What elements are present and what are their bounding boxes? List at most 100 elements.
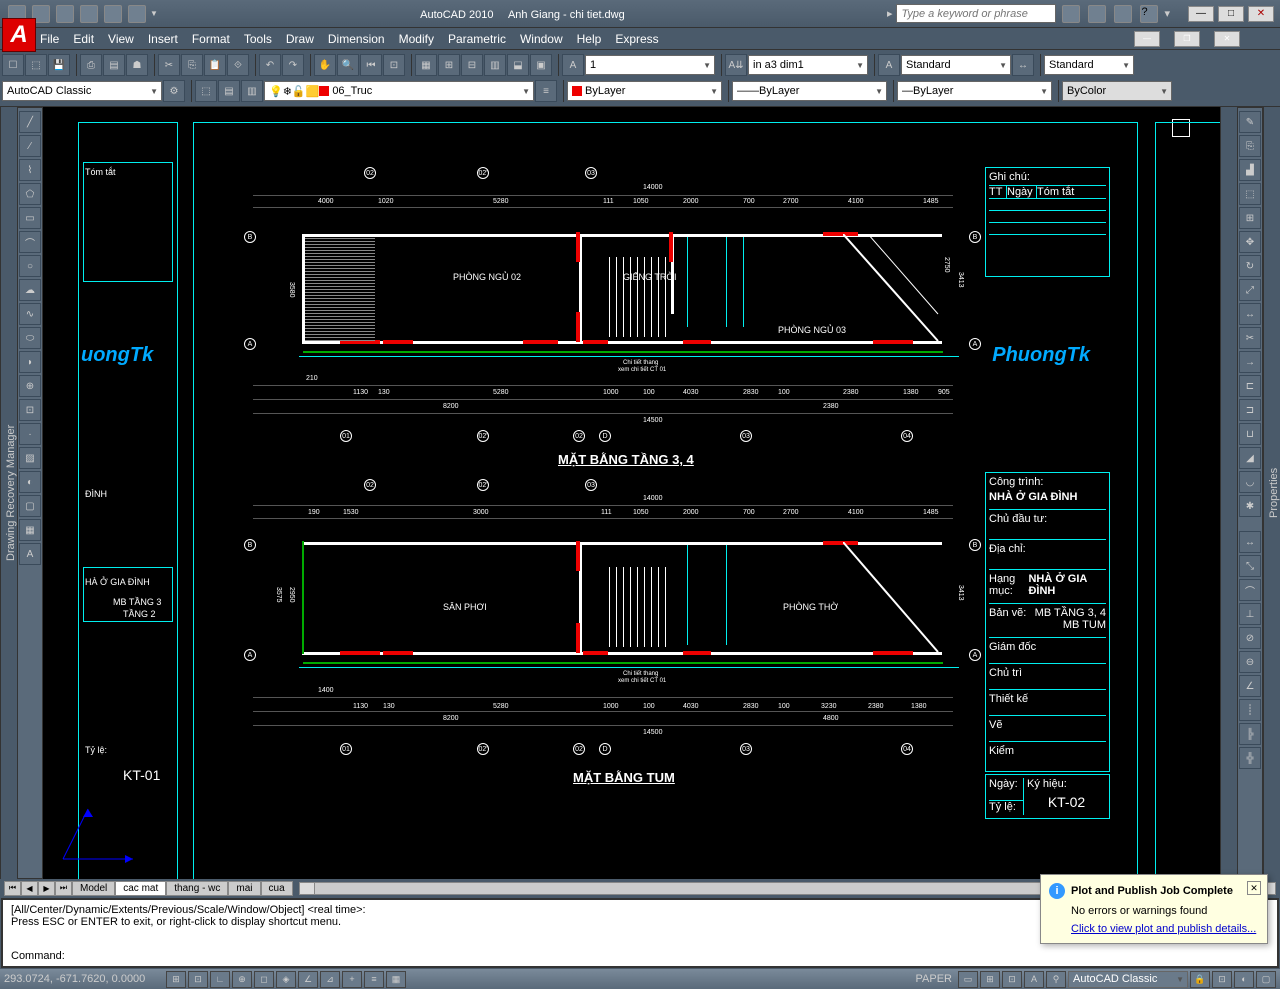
sb-qview-icon[interactable]: ⊞ (980, 971, 1000, 988)
workspace-select[interactable]: AutoCAD Classic (2, 81, 162, 101)
sb-clean-icon[interactable]: ▢ (1256, 971, 1276, 988)
tb-dim1[interactable]: ↔ (1012, 54, 1034, 76)
menu-express[interactable]: Express (615, 32, 658, 46)
menu-modify[interactable]: Modify (399, 32, 434, 46)
mod-copy-icon[interactable]: ⎘ (1239, 135, 1261, 157)
dim-rad-icon[interactable]: ⊘ (1239, 627, 1261, 649)
dim-cont-icon[interactable]: ╬ (1239, 747, 1261, 769)
draw-region-icon[interactable]: ▢ (19, 495, 41, 517)
tb-anno[interactable]: A (562, 54, 584, 76)
tb-ws-settings[interactable]: ⚙ (163, 80, 185, 102)
tb-dc[interactable]: ⊞ (438, 54, 460, 76)
tb-open[interactable]: ⬚ (25, 54, 47, 76)
cmd-prompt[interactable]: Command: (11, 950, 1269, 962)
tb-paste[interactable]: 📋 (204, 54, 226, 76)
close-button[interactable]: ✕ (1248, 6, 1274, 22)
anno-layout-select[interactable]: in a3 dim1 (748, 55, 868, 75)
draw-ellipse-icon[interactable]: ⬭ (19, 327, 41, 349)
qat-save-icon[interactable] (56, 5, 74, 23)
textstyle-select[interactable]: Standard (901, 55, 1011, 75)
tb-layerp[interactable]: ⬚ (195, 80, 217, 102)
tb-layer3[interactable]: ≡ (535, 80, 557, 102)
menu-help[interactable]: Help (577, 32, 602, 46)
draw-mtext-icon[interactable]: A (19, 543, 41, 565)
maximize-button[interactable]: □ (1218, 6, 1244, 22)
tb-textstyle-icon[interactable]: A (878, 54, 900, 76)
draw-polygon-icon[interactable]: ⬠ (19, 183, 41, 205)
sb-dyn-icon[interactable]: + (342, 971, 362, 988)
draw-revcloud-icon[interactable]: ☁ (19, 279, 41, 301)
sb-osnap-icon[interactable]: ◻ (254, 971, 274, 988)
sb-ducs-icon[interactable]: ⊿ (320, 971, 340, 988)
tb-copy[interactable]: ⎘ (181, 54, 203, 76)
notif-close-icon[interactable]: ✕ (1247, 881, 1261, 895)
vscroll[interactable] (1220, 107, 1237, 879)
menu-edit[interactable]: Edit (73, 32, 94, 46)
tb-pan[interactable]: ✋ (314, 54, 336, 76)
tb-layer2[interactable]: ▥ (241, 80, 263, 102)
mod-stretch-icon[interactable]: ↔ (1239, 303, 1261, 325)
sb-hw-icon[interactable]: ⊡ (1212, 971, 1232, 988)
favorites-icon[interactable] (1114, 5, 1132, 23)
right-palette-tabs[interactable]: Properties (1263, 107, 1280, 879)
mod-rotate-icon[interactable]: ↻ (1239, 255, 1261, 277)
infocenter-search-input[interactable] (896, 4, 1056, 23)
dim-ang-icon[interactable]: ∠ (1239, 675, 1261, 697)
draw-cline-icon[interactable]: ∕ (19, 135, 41, 157)
draw-spline-icon[interactable]: ∿ (19, 303, 41, 325)
draw-line-icon[interactable]: ╱ (19, 111, 41, 133)
menu-tools[interactable]: Tools (244, 32, 272, 46)
ltab-prev[interactable]: ◀ (21, 881, 38, 896)
tb-cut[interactable]: ✂ (158, 54, 180, 76)
sb-qp-icon[interactable]: ▦ (386, 971, 406, 988)
sb-model-icon[interactable]: ▭ (958, 971, 978, 988)
qat-redo-icon[interactable] (104, 5, 122, 23)
sb-lwt-icon[interactable]: ≡ (364, 971, 384, 988)
mod-break2-icon[interactable]: ⊐ (1239, 399, 1261, 421)
app-menu-button[interactable]: A (2, 18, 36, 52)
sb-annovis-icon[interactable]: ⚲ (1046, 971, 1066, 988)
menu-format[interactable]: Format (192, 32, 230, 46)
comm-icon[interactable] (1088, 5, 1106, 23)
tb-match[interactable]: ⟐ (227, 54, 249, 76)
draw-block-icon[interactable]: ⊡ (19, 399, 41, 421)
menu-parametric[interactable]: Parametric (448, 32, 506, 46)
sb-ws-select[interactable]: AutoCAD Classic (1068, 971, 1188, 988)
ltab-first[interactable]: ⏮ (4, 881, 21, 896)
tab-cacmat[interactable]: cac mat (115, 881, 166, 896)
draw-gradient-icon[interactable]: ◐ (19, 471, 41, 493)
mod-break1-icon[interactable]: ⊏ (1239, 375, 1261, 397)
sb-annoscale-icon[interactable]: A (1024, 971, 1044, 988)
sb-isolate-icon[interactable]: ◐ (1234, 971, 1254, 988)
mod-join-icon[interactable]: ⊔ (1239, 423, 1261, 445)
draw-hatch-icon[interactable]: ▨ (19, 447, 41, 469)
tb-new[interactable]: ☐ (2, 54, 24, 76)
sb-grid-icon[interactable]: ⊡ (188, 971, 208, 988)
tb-publish[interactable]: ☗ (126, 54, 148, 76)
mod-fillet-icon[interactable]: ◡ (1239, 471, 1261, 493)
tb-ssm[interactable]: ▥ (484, 54, 506, 76)
search-icon[interactable] (1062, 5, 1080, 23)
dim-dia-icon[interactable]: ⊖ (1239, 651, 1261, 673)
tb-qcalc[interactable]: ▣ (530, 54, 552, 76)
menu-view[interactable]: View (108, 32, 134, 46)
lineweight-select[interactable]: — ByLayer (897, 81, 1052, 101)
tb-zoom[interactable]: 🔍 (337, 54, 359, 76)
menu-window[interactable]: Window (520, 32, 563, 46)
tb-undo[interactable]: ↶ (259, 54, 281, 76)
linetype-select[interactable]: —— ByLayer (732, 81, 887, 101)
draw-ellipsearc-icon[interactable]: ◗ (19, 351, 41, 373)
draw-rect-icon[interactable]: ▭ (19, 207, 41, 229)
mod-explode-icon[interactable]: ✱ (1239, 495, 1261, 517)
tb-save[interactable]: 💾 (48, 54, 70, 76)
layer-select[interactable]: 💡❄🔓🟨 06_Truc (264, 81, 534, 101)
draw-insert-icon[interactable]: ⊕ (19, 375, 41, 397)
sb-polar-icon[interactable]: ⊕ (232, 971, 252, 988)
drawing-canvas[interactable]: Ghi chú: TT Ngày Tóm tắt PhuongTk Công t… (43, 107, 1220, 879)
ltab-next[interactable]: ▶ (38, 881, 55, 896)
tb-zoomprev[interactable]: ⏮ (360, 54, 382, 76)
tb-preview[interactable]: ▤ (103, 54, 125, 76)
menu-insert[interactable]: Insert (148, 32, 178, 46)
doc-restore[interactable]: ❐ (1174, 31, 1200, 47)
menu-dimension[interactable]: Dimension (328, 32, 385, 46)
